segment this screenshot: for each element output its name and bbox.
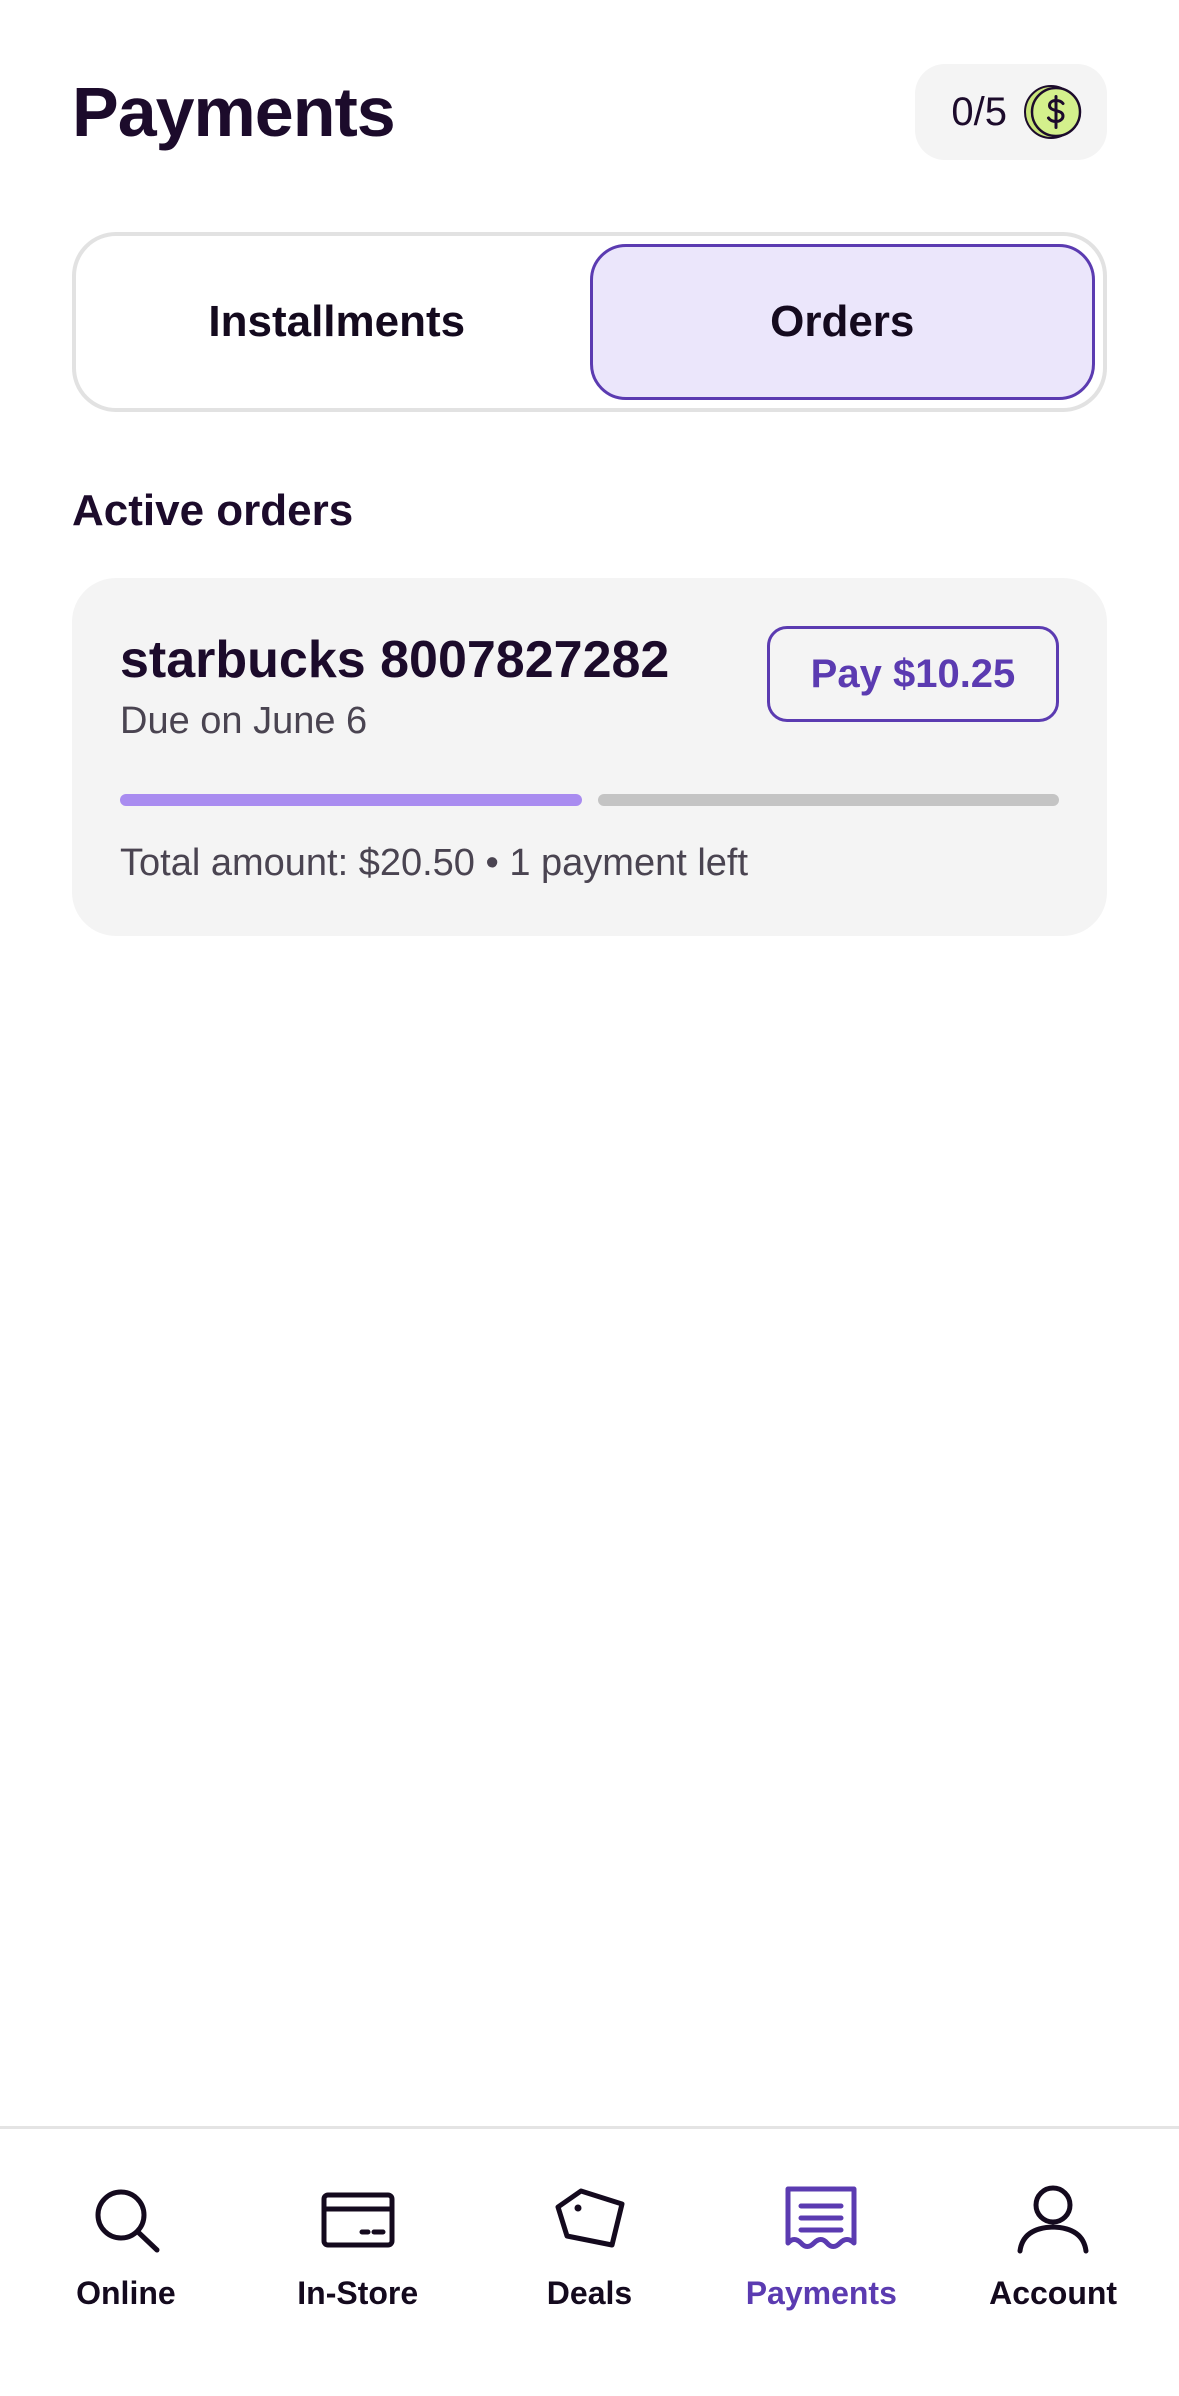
payments-screen: Payments 0/5 Installments Orders Active …: [0, 0, 1179, 2396]
nav-item-account[interactable]: Account: [937, 2129, 1169, 2396]
nav-item-deals[interactable]: Deals: [474, 2129, 706, 2396]
rewards-count: 0/5: [951, 89, 1007, 134]
bottom-nav: Online In-Store Deals Payments Account: [0, 2126, 1179, 2396]
payments-tabs: Installments Orders: [72, 232, 1107, 412]
section-title: Active orders: [72, 486, 354, 535]
nav-item-payments[interactable]: Payments: [705, 2129, 937, 2396]
progress-segment-paid: [120, 794, 582, 806]
nav-label-payments: Payments: [745, 2275, 897, 2311]
tag-icon: [555, 2188, 625, 2248]
order-summary: Total amount: $20.50 • 1 payment left: [120, 842, 749, 884]
nav-item-in-store[interactable]: In-Store: [242, 2129, 474, 2396]
rewards-chip[interactable]: 0/5: [915, 64, 1107, 160]
order-card[interactable]: starbucks 8007827282 Due on June 6 Pay $…: [72, 578, 1107, 936]
search-icon: [95, 2189, 160, 2253]
tab-orders[interactable]: Orders: [589, 244, 1095, 400]
nav-label-deals: Deals: [546, 2275, 633, 2311]
receipt-icon: [785, 2186, 857, 2249]
nav-label-in-store: In-Store: [297, 2275, 419, 2311]
order-due-date: Due on June 6: [120, 700, 368, 742]
page-title: Payments: [72, 73, 396, 151]
header: Payments 0/5: [72, 64, 1107, 160]
payment-progress: [120, 794, 1059, 806]
progress-segment-remaining: [597, 794, 1059, 806]
nav-item-online[interactable]: Online: [10, 2129, 242, 2396]
dollar-coin-icon: [1024, 85, 1082, 139]
card-icon: [321, 2192, 395, 2248]
nav-label-account: Account: [989, 2275, 1118, 2311]
pay-button[interactable]: Pay $10.25: [767, 626, 1059, 722]
tab-installments[interactable]: Installments: [84, 244, 590, 400]
nav-label-online: Online: [76, 2275, 176, 2311]
person-icon: [1017, 2185, 1089, 2254]
order-merchant: starbucks 8007827282: [120, 631, 670, 689]
